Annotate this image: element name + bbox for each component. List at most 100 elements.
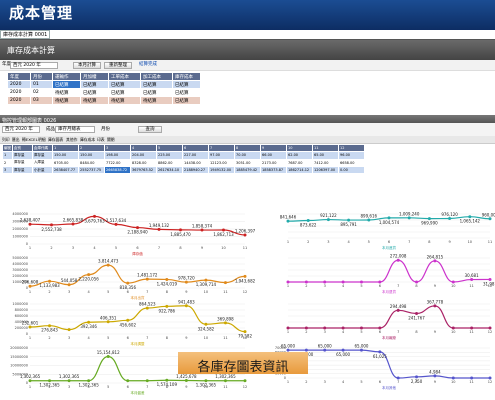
menu-item[interactable]: 列印 <box>2 138 10 142</box>
x-tick-label: 8 <box>166 290 168 294</box>
data-point <box>28 222 32 226</box>
menu-item[interactable]: 庫存成本 <box>80 138 95 142</box>
x-tick-label: 9 <box>434 380 436 384</box>
data-point <box>433 374 437 378</box>
y-tick-label: 2000000 <box>12 227 28 231</box>
data-point <box>200 228 204 232</box>
menu-item[interactable]: 關閉 <box>107 138 115 142</box>
data-label: 941,483 <box>178 299 195 304</box>
x-tick-label: 9 <box>185 385 187 389</box>
data-point <box>359 326 363 330</box>
cell: 3051.00 <box>234 158 261 167</box>
data-label: 79,582 <box>238 334 252 339</box>
app-header <box>0 0 495 30</box>
data-point <box>433 304 437 308</box>
cell: 12123.00 <box>208 158 235 167</box>
cell: 03 <box>30 96 53 105</box>
x-tick-label: 2 <box>48 290 50 294</box>
table-row[interactable]: 2020 03 待結算 待結算 待結算 待結算 已結算 <box>7 96 201 105</box>
data-point <box>304 280 308 284</box>
cell: 2617634.10 <box>156 165 183 175</box>
query-button[interactable]: 查詢 <box>138 126 162 133</box>
data-point <box>304 326 308 330</box>
x-tick-label: 1 <box>287 240 289 244</box>
x-tick-label: 5 <box>360 330 362 334</box>
menu-item[interactable]: 庫存圖表 <box>48 138 63 142</box>
data-label: 978,720 <box>178 276 195 281</box>
data-point <box>223 321 227 325</box>
cell: 65.00 <box>312 151 339 160</box>
x-tick-label: 11 <box>469 284 473 288</box>
year-select-2[interactable]: 西元 2020 年 <box>2 126 40 133</box>
cell: 225.00 <box>156 151 183 160</box>
data-label: 15,154,812 <box>97 350 120 355</box>
cell: 62.00 <box>286 151 313 160</box>
cell: 庫存量 <box>12 165 33 175</box>
data-point <box>286 280 290 284</box>
x-tick-label: 6 <box>127 385 129 389</box>
data-label: 2,517,634 <box>106 218 127 223</box>
data-point <box>359 348 363 352</box>
cell-selected[interactable]: 已結算 <box>52 80 81 89</box>
col-header: 月加權 <box>80 72 109 81</box>
data-label: 873,622 <box>300 223 317 228</box>
table-row[interactable]: 3 庫存量 小計量 2638407.77 2552737.75 2665838.72 367… <box>2 165 365 175</box>
data-label: 1,309,714 <box>196 282 217 287</box>
menu-item[interactable]: 轉EXCEL <box>22 138 38 142</box>
data-label: 1,009,240 <box>399 211 420 216</box>
chart-svg: 100000080000060000040000020000001 2 3 4 5 6 7 8… <box>12 299 252 346</box>
data-label: 65,000 <box>354 344 368 349</box>
data-point <box>341 326 345 330</box>
table-row[interactable]: 2020 02 待結算 已結算 已結算 已結算 已結算 <box>7 88 201 97</box>
year-select[interactable]: 西元 2020 年 <box>10 62 58 69</box>
cell[interactable]: 2665838.72 <box>104 165 131 175</box>
reorganize-button[interactable]: 重新整理 <box>104 62 132 69</box>
data-label: 30,681 <box>465 273 479 278</box>
y-tick-label: 5000000 <box>12 256 28 260</box>
data-label: 1,133,983 <box>39 283 60 288</box>
data-label: 31,981 <box>483 281 495 286</box>
month-calc-button[interactable]: 本月計算 <box>73 62 101 69</box>
panel1-titlebar: 庫存成本計算 <box>0 40 495 60</box>
data-label: 1,858,374 <box>192 224 213 229</box>
menu-item[interactable]: 明細 <box>38 138 46 142</box>
cell: 3 <box>2 165 13 175</box>
chart-svg: 5000000400000030000002000000100000001 2 3 4… <box>12 256 255 300</box>
x-tick-label: 7 <box>397 380 399 384</box>
data-point <box>223 379 227 383</box>
cell: 1949132.00 <box>208 165 235 175</box>
cell: 204.00 <box>130 151 157 160</box>
cell: 已結算 <box>140 80 173 89</box>
table-row[interactable]: 2020 01 已結算 已結算 已結算 已結算 已結算 <box>7 80 201 89</box>
data-label: 1,302,365 <box>59 374 80 379</box>
cell: 96.00 <box>338 151 365 160</box>
report-type-select[interactable]: 庫存月總表 <box>55 126 95 133</box>
cell: 150.00 <box>78 151 105 160</box>
cell: 待結算 <box>52 88 81 97</box>
table-row[interactable]: 1 庫存量 庫存量 150.00 150.00 198.00 204.00 225.00 227… <box>2 151 365 160</box>
cell: 0.00 <box>338 165 365 175</box>
y-tick-label: 0 <box>284 376 286 380</box>
cell: 2552737.75 <box>78 165 105 175</box>
menu-item[interactable]: 印表 <box>97 138 105 142</box>
data-point <box>145 306 149 310</box>
col-header: 月份 <box>30 72 53 81</box>
menu-item[interactable]: 其他作 <box>66 138 77 142</box>
data-label: 1,943,682 <box>235 278 256 283</box>
cell: 已結算 <box>140 88 173 97</box>
cell: 已結算 <box>80 88 109 97</box>
col-header: 5 <box>156 143 183 153</box>
menu-item[interactable]: 匯出 <box>12 138 20 142</box>
x-tick-label: 12 <box>243 290 247 294</box>
y-tick-label: 2000000 <box>12 274 28 278</box>
x-tick-label: 6 <box>379 380 381 384</box>
x-tick-label: 9 <box>434 284 436 288</box>
app-title: 成本管理 <box>9 4 74 22</box>
chart-svg: 7000060000500004000030000200001000001234… <box>275 344 492 390</box>
closing-complete-link[interactable]: 結算完成 <box>139 62 157 68</box>
x-tick-label: 7 <box>397 330 399 334</box>
data-label: 232,601 <box>22 321 39 326</box>
tab-inventory-cost[interactable]: 庫存成本計算 0001 <box>0 30 51 39</box>
table-row[interactable]: 2 庫存量 入庫量 6705.00 8484.00 7722.00 8328.00 8862.… <box>2 158 365 167</box>
x-tick-label: 10 <box>204 290 208 294</box>
